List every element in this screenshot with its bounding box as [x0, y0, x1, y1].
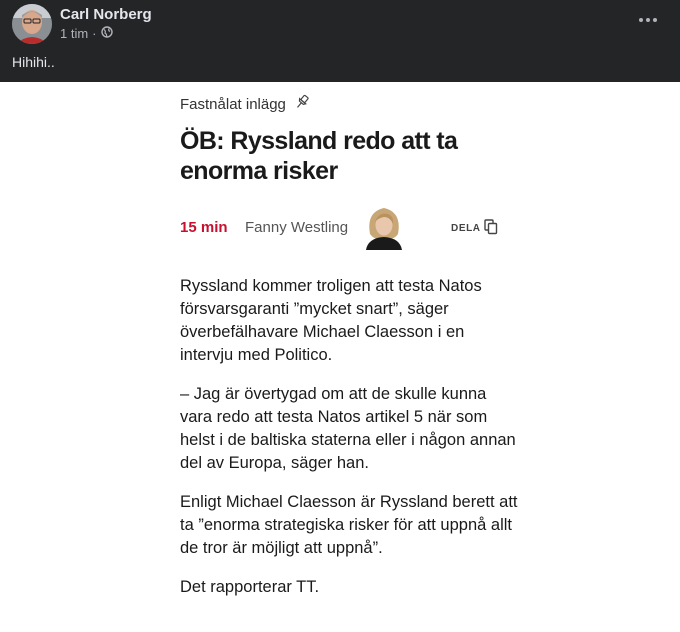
copy-icon	[483, 219, 498, 238]
post-text: Hihihi..	[12, 54, 55, 70]
pin-icon	[294, 94, 310, 114]
post-meta: 1 tim ·	[60, 26, 113, 41]
byline-row: 15 min Fanny Westling DELA	[180, 202, 510, 252]
article-paragraph-1: Ryssland kommer troligen att testa Natos…	[180, 277, 482, 364]
share-button[interactable]: DELA	[451, 219, 498, 238]
author-photo	[364, 204, 404, 250]
globe-icon	[100, 26, 113, 41]
article-paragraph-4: Det rapporterar TT.	[180, 578, 320, 596]
more-options-icon[interactable]	[636, 10, 660, 30]
article-headline[interactable]: ÖB: Ryssland redo att ta enorma risker	[180, 126, 510, 186]
post-time[interactable]: 1 tim	[60, 26, 88, 41]
article-paragraph-3: Enligt Michael Claesson är Ryssland bere…	[180, 493, 518, 557]
avatar[interactable]	[12, 4, 52, 44]
byline-author[interactable]: Fanny Westling	[245, 219, 348, 236]
share-label: DELA	[451, 223, 481, 234]
pinned-label: Fastnålat inlägg	[180, 95, 286, 113]
post-header: Carl Norberg 1 tim · Hihihi..	[0, 0, 680, 82]
pinned-indicator: Fastnålat inlägg	[180, 94, 310, 114]
meta-separator: ·	[92, 26, 97, 41]
article-paragraph-2: – Jag är övertygad om att de skulle kunn…	[180, 385, 516, 472]
read-time: 15 min	[180, 219, 228, 236]
author-name[interactable]: Carl Norberg	[60, 6, 152, 23]
